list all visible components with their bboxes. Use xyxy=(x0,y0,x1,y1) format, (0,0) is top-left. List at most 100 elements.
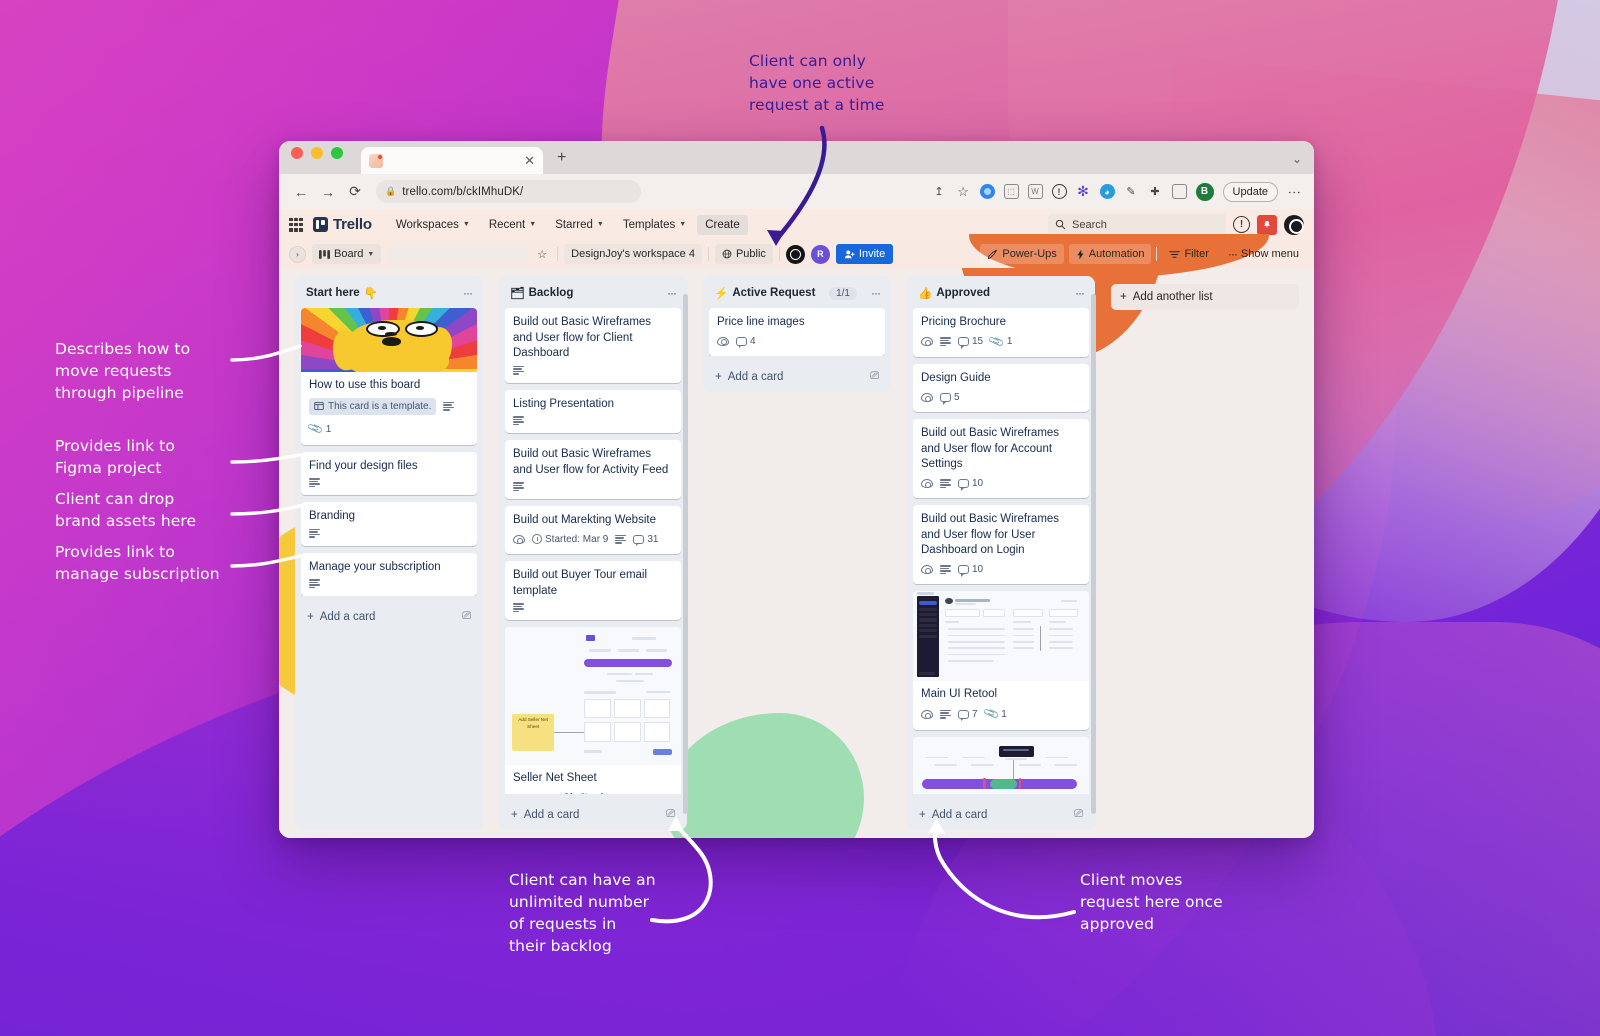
card-marekting-website[interactable]: Build out Marekting Website Started: Mar… xyxy=(505,506,681,555)
card-badges: 5 xyxy=(921,391,1081,405)
info-extension-icon[interactable]: ! xyxy=(1051,184,1067,199)
card-design-guide[interactable]: Design Guide 5 xyxy=(913,364,1089,413)
notifications-bell-icon[interactable] xyxy=(1257,214,1277,235)
minimize-window-button[interactable] xyxy=(311,146,323,159)
add-a-card-button[interactable]: + Add a card ⎚ xyxy=(300,602,478,632)
card-wireframes-activity-feed[interactable]: Build out Basic Wireframes and User flow… xyxy=(505,440,681,500)
reload-button[interactable]: ⟳ xyxy=(343,180,367,204)
card-badges: 10 xyxy=(921,563,1081,577)
card-badges xyxy=(309,528,469,538)
maximize-window-button[interactable] xyxy=(331,146,343,159)
dot-blue-extension-icon[interactable] xyxy=(979,184,995,199)
paperclip-icon: 📎 xyxy=(579,788,598,794)
nav-item-templates[interactable]: Templates ▼ xyxy=(615,215,694,235)
automation-button[interactable]: Automation xyxy=(1068,244,1152,264)
star-board-icon[interactable]: ☆ xyxy=(533,248,551,261)
board-name-field[interactable] xyxy=(387,244,528,264)
create-button[interactable]: Create xyxy=(697,214,748,235)
chevron-down-icon[interactable]: ⌄ xyxy=(1292,152,1314,174)
power-ups-button[interactable]: Power-Ups xyxy=(980,244,1064,264)
lock-icon: 🔒 xyxy=(385,186,397,196)
card-pricing-brochure[interactable]: Pricing Brochure 15 📎 1 xyxy=(913,308,1089,358)
card-manage-your-subscription[interactable]: Manage your subscription xyxy=(301,552,477,597)
list-menu-icon[interactable]: ··· xyxy=(456,286,473,300)
close-window-button[interactable] xyxy=(291,146,303,159)
bookmark-star-icon[interactable]: ☆ xyxy=(956,184,971,199)
globe-extension-icon[interactable]: ◕ xyxy=(1099,184,1115,199)
card-how-to-use-this-board[interactable]: How to use this board This card is a tem… xyxy=(301,308,477,445)
puzzle-extension-icon[interactable]: ✚ xyxy=(1148,184,1163,199)
list-backlog: 🗂 Backlog ··· Build out Basic Wireframes… xyxy=(499,276,687,830)
card-seller-net-sheet[interactable]: Add Seller Net Sheet Seller Net Sheet 11 xyxy=(505,627,681,794)
address-bar[interactable]: 🔒 trello.com/b/ckIMhuDK/ xyxy=(376,180,641,203)
backlog-scrollbar[interactable] xyxy=(683,294,688,814)
list-menu-icon[interactable]: ··· xyxy=(864,286,881,300)
description-icon xyxy=(513,482,524,492)
card-listing-presentation[interactable]: Listing Presentation xyxy=(505,389,681,434)
card-main-ui-retool[interactable]: Main UI Retool 7 📎 1 xyxy=(913,591,1089,730)
card-wireframes-account-settings[interactable]: Build out Basic Wireframes and User flow… xyxy=(913,419,1089,499)
card-template-icon[interactable]: ⎚ xyxy=(462,610,471,623)
card-find-your-design-files[interactable]: Find your design files xyxy=(301,451,477,496)
nav-item-recent[interactable]: Recent ▼ xyxy=(481,215,544,235)
card-title: Seller Net Sheet xyxy=(513,772,597,785)
show-menu-button[interactable]: ··· Show menu xyxy=(1221,244,1306,264)
share-icon[interactable]: ↥ xyxy=(932,184,947,199)
card-wireframes-user-dashboard-login[interactable]: Build out Basic Wireframes and User flow… xyxy=(913,505,1089,585)
sidebar-extension-icon[interactable] xyxy=(1171,184,1187,199)
nav-item-workspaces[interactable]: Workspaces ▼ xyxy=(388,215,478,235)
card-template-icon[interactable]: ⎚ xyxy=(1074,808,1083,821)
add-a-card-button[interactable]: + Add a card ⎚ xyxy=(504,800,682,830)
workspace-button[interactable]: DesignJoy's workspace 4 xyxy=(564,244,702,264)
sparkle-emoji-icon: ⚡ xyxy=(714,288,729,300)
list-menu-icon[interactable]: ··· xyxy=(1068,286,1085,300)
add-another-list-button[interactable]: + Add another list xyxy=(1111,284,1299,310)
info-icon[interactable]: ! xyxy=(1233,216,1250,233)
visibility-button[interactable]: Public xyxy=(714,244,773,264)
card-branding[interactable]: Branding xyxy=(301,502,477,546)
board-view-button[interactable]: Board ▼ xyxy=(312,244,382,264)
attachment-count: 1 xyxy=(1006,336,1013,348)
browser-tab-trello[interactable]: ✕ xyxy=(361,147,543,174)
annotation-figma-link: Provides link to Figma project xyxy=(55,437,175,477)
browser-menu-icon[interactable]: ⋮ xyxy=(1287,186,1302,198)
eyedropper-extension-icon[interactable]: ✎ xyxy=(1124,184,1139,199)
card-template-icon[interactable]: ⎚ xyxy=(666,808,675,821)
member-avatar-r[interactable]: R xyxy=(810,244,830,264)
card-buyer-tour-email-template[interactable]: Build out Buyer Tour email template xyxy=(505,561,681,621)
list-header[interactable]: 👍 Approved ··· xyxy=(912,283,1090,308)
nav-item-starred[interactable]: Starred ▼ xyxy=(547,215,612,235)
list-header[interactable]: 🗂 Backlog ··· xyxy=(504,283,682,308)
card-template-icon[interactable]: ⎚ xyxy=(870,370,879,383)
list-menu-icon[interactable]: ··· xyxy=(660,286,677,300)
invite-button[interactable]: Invite xyxy=(835,244,894,264)
back-button[interactable]: ← xyxy=(289,180,313,204)
filter-button[interactable]: Filter xyxy=(1162,244,1215,264)
list-title-text: Backlog xyxy=(528,287,574,299)
w-extension-icon[interactable]: W xyxy=(1027,184,1043,199)
card-wireframes-cma-tool[interactable]: Build out Basic Wireframes and User flow… xyxy=(913,736,1089,794)
add-a-card-button[interactable]: + Add a card ⎚ xyxy=(912,800,1090,830)
add-a-card-button[interactable]: + Add a card ⎚ xyxy=(708,362,886,392)
update-button[interactable]: Update xyxy=(1222,181,1278,202)
trello-logo[interactable]: Trello xyxy=(313,216,372,233)
list-header[interactable]: ⚡ Active Request 1/1 ··· xyxy=(708,283,886,308)
list-header[interactable]: Start here 👇 ··· xyxy=(300,283,478,308)
member-avatar-dark[interactable] xyxy=(785,244,805,264)
card-title: How to use this board xyxy=(309,379,421,391)
search-input[interactable]: Search xyxy=(1048,214,1226,235)
window-traffic-lights[interactable] xyxy=(291,141,343,174)
card-price-line-images[interactable]: Price line images 4 xyxy=(709,308,885,357)
close-icon[interactable]: ✕ xyxy=(524,154,535,167)
forward-button[interactable]: → xyxy=(316,180,340,204)
sun-extension-icon[interactable]: ✻ xyxy=(1076,183,1091,199)
sidebar-toggle-button[interactable]: › xyxy=(289,245,306,263)
approved-scrollbar[interactable] xyxy=(1091,294,1096,814)
new-tab-button[interactable]: + xyxy=(557,149,566,174)
card-wireframes-client-dashboard[interactable]: Build out Basic Wireframes and User flow… xyxy=(505,308,681,383)
square-extension-icon[interactable]: ⬚ xyxy=(1003,184,1019,199)
app-switcher-icon[interactable] xyxy=(289,217,303,232)
paperclip-icon: 📎 xyxy=(982,705,1000,723)
profile-avatar[interactable]: B xyxy=(1195,182,1214,201)
account-avatar[interactable] xyxy=(1284,214,1304,235)
